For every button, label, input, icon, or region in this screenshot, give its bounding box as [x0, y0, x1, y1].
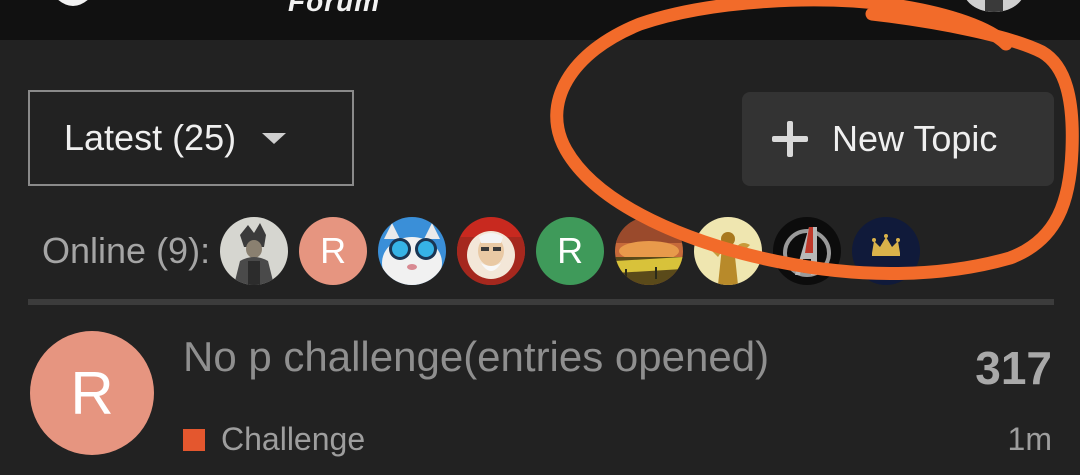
site-title: Forum: [288, 0, 381, 17]
avatar-letter: R: [70, 359, 114, 427]
online-avatar-anime-warrior[interactable]: [220, 217, 289, 285]
latest-filter-dropdown[interactable]: Latest (25): [28, 90, 354, 186]
new-topic-label: New Topic: [832, 118, 998, 159]
topic-category-badge[interactable]: Challenge: [183, 421, 365, 458]
online-avatar-crown[interactable]: [852, 217, 921, 285]
category-name: Challenge: [221, 421, 366, 457]
online-avatar-colonel-logo[interactable]: [457, 217, 526, 285]
online-avatar-cat-sunglasses[interactable]: [378, 217, 447, 285]
online-avatar-sunset-landscape[interactable]: [615, 217, 684, 285]
top-header: Forum: [0, 0, 1080, 40]
filter-label: Latest (25): [64, 117, 237, 158]
topic-title-link[interactable]: No p challenge(entries opened): [183, 333, 769, 381]
site-logo-icon[interactable]: [48, 0, 98, 12]
anime-warrior-avatar-icon: [220, 217, 289, 285]
topic-list-item[interactable]: R No p challenge(entries opened) 317 Cha…: [0, 305, 1080, 475]
avatar-letter: R: [557, 230, 584, 271]
colonel-logo-avatar-icon: [457, 217, 526, 285]
topic-reply-count[interactable]: 317: [975, 341, 1052, 395]
sunset-landscape-avatar-icon: [615, 217, 684, 285]
golden-statue-avatar-icon: [694, 217, 763, 285]
online-avatar-avengers-logo[interactable]: [773, 217, 842, 285]
online-avatar-r-salmon[interactable]: R: [299, 217, 368, 285]
cat-sunglasses-avatar-icon: [378, 217, 447, 285]
online-avatar-r-green[interactable]: R: [536, 217, 605, 285]
topic-last-activity[interactable]: 1m: [1008, 421, 1052, 458]
crown-avatar-icon: [852, 217, 921, 285]
category-color-square: [183, 428, 205, 451]
new-topic-button[interactable]: New Topic: [742, 92, 1054, 186]
online-avatar-golden-statue[interactable]: [694, 217, 763, 285]
current-user-avatar[interactable]: [963, 0, 1025, 12]
online-count-label: Online (9):: [42, 230, 211, 271]
avengers-logo-avatar-icon: [773, 217, 842, 285]
avatar-letter: R: [320, 230, 347, 271]
online-users-row: Online (9): R R: [42, 216, 921, 286]
chevron-down-icon: [262, 132, 287, 144]
notification-indicator-icon[interactable]: [783, 0, 795, 2]
plus-icon: [772, 121, 808, 157]
topic-poster-avatar[interactable]: R: [30, 331, 154, 455]
